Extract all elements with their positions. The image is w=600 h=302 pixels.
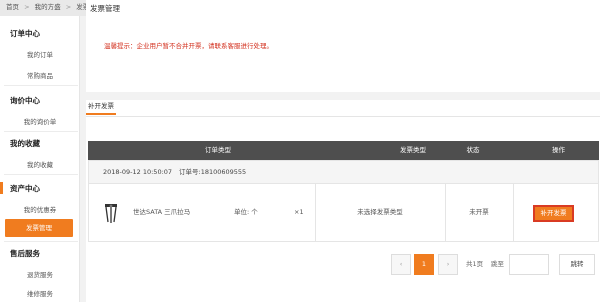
sidebar-item-my-coupons[interactable]: 我的优惠券: [0, 204, 80, 214]
sidebar-group-order-center: 订单中心: [10, 29, 40, 38]
table-header: 订单类型 发票类型 状态 操作: [88, 141, 599, 160]
order-info-row: 2018-09-12 10:50:07 订单号:18100609555: [88, 160, 599, 184]
page-number-input[interactable]: [509, 254, 549, 275]
order-number: 订单号:18100609555: [179, 168, 247, 176]
sidebar-item-frequent-products[interactable]: 常购商品: [0, 70, 80, 80]
breadcrumb-separator: >: [65, 3, 72, 11]
sidebar-group-after-sales: 售后服务: [10, 249, 40, 258]
cell-divider: [513, 184, 514, 241]
table-row: 世达SATA 三爪拉马 单位: 个 ×1 未选择发票类型 未开票 补开发票: [88, 184, 599, 242]
column-header-status: 状态: [466, 146, 480, 154]
sidebar-group-my-favorites: 我的收藏: [10, 139, 40, 148]
breadcrumb-separator: >: [24, 3, 30, 11]
product-name[interactable]: 世达SATA 三爪拉马: [133, 184, 190, 241]
breadcrumb-home[interactable]: 首页: [6, 3, 19, 11]
column-header-order-type: 订单类型: [205, 146, 231, 154]
tab-supplement-invoice[interactable]: 补开发票: [86, 100, 116, 115]
page-title: 发票管理: [90, 4, 120, 13]
invoice-panel: 补开发票 订单类型 发票类型 状态 操作 2018-09-12 10:50:07…: [86, 100, 600, 302]
column-header-action: 操作: [552, 146, 565, 154]
invoice-type-value: 未选择发票类型: [357, 208, 403, 216]
page-number-current[interactable]: 1: [414, 254, 434, 275]
product-thumbnail[interactable]: [103, 202, 119, 224]
supplement-invoice-button[interactable]: 补开发票: [533, 205, 574, 222]
sidebar-group-inquiry-center: 询价中心: [10, 96, 40, 105]
next-page-button[interactable]: ›: [438, 254, 458, 275]
product-quantity: ×1: [294, 208, 304, 216]
order-date: 2018-09-12 10:50:07: [103, 168, 173, 176]
breadcrumb-my-fang[interactable]: 我的方盛: [35, 3, 61, 11]
sidebar-item-my-inquiries[interactable]: 我的询价单: [0, 116, 80, 126]
sidebar-item-my-orders[interactable]: 我的订单: [0, 49, 80, 59]
status-value: 未开票: [469, 208, 489, 216]
goto-button[interactable]: 跳转: [559, 254, 595, 275]
sidebar-divider: [4, 174, 78, 175]
product-unit: 单位: 个: [234, 208, 258, 216]
invoice-header-card: 发票管理 温馨提示：企业用户暂不合并开票，请联系客服进行处理。: [86, 0, 600, 92]
sidebar-item-repairs[interactable]: 维修服务: [0, 288, 80, 298]
sidebar-item-my-favorites[interactable]: 我的收藏: [0, 159, 80, 169]
sidebar-divider: [4, 131, 78, 132]
sidebar: 订单中心 我的订单 常购商品 询价中心 我的询价单 我的收藏 我的收藏 资产中心…: [0, 16, 80, 302]
sidebar-item-invoice-management[interactable]: 发票管理: [5, 219, 73, 237]
pagination: ‹ 1 › 共1页 跳至 跳转: [391, 254, 596, 275]
sidebar-divider: [4, 85, 78, 86]
sidebar-group-asset-center: 资产中心: [10, 184, 40, 193]
notice-text: 温馨提示：企业用户暂不合并开票，请联系客服进行处理。: [104, 42, 273, 50]
goto-label: 跳至: [491, 260, 504, 268]
sidebar-divider: [4, 241, 78, 242]
total-pages-text: 共1页: [466, 260, 484, 268]
sidebar-active-group-marker: [0, 182, 3, 194]
tab-underline-divider: [86, 116, 600, 117]
sidebar-item-returns[interactable]: 退货服务: [0, 269, 80, 279]
prev-page-button[interactable]: ‹: [391, 254, 411, 275]
